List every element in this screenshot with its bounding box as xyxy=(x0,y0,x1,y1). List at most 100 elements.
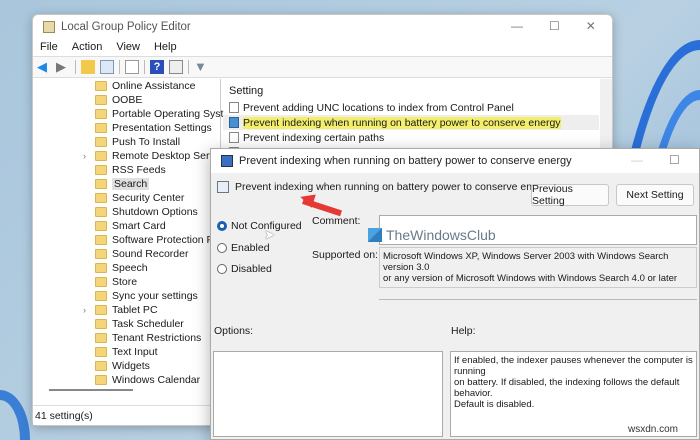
tree-item[interactable]: OOBE xyxy=(33,93,220,107)
radio-label: Disabled xyxy=(231,263,272,275)
setting-row[interactable]: Prevent adding UNC locations to index fr… xyxy=(223,100,599,115)
back-icon[interactable]: ◀ xyxy=(37,60,51,74)
policy-setting-icon xyxy=(229,117,239,128)
tree-item[interactable]: Store xyxy=(33,275,220,289)
wallpaper-wave xyxy=(0,390,30,440)
category-tree: Online Assistance OOBE Portable Operating … xyxy=(33,79,228,387)
tree-item[interactable]: Online Assistance xyxy=(33,79,220,93)
radio-disabled[interactable]: Disabled xyxy=(217,263,272,275)
column-header-setting[interactable]: Setting xyxy=(223,79,599,100)
policy-icon xyxy=(221,155,233,167)
tree-item-label: Software Protection Pla xyxy=(112,234,222,246)
folder-icon xyxy=(95,221,107,231)
tree-item[interactable]: › Tablet PC xyxy=(33,303,220,317)
dialog-minimize-button[interactable]: — xyxy=(631,153,643,167)
chevron-right-icon[interactable]: › xyxy=(83,305,86,315)
export-list-icon[interactable] xyxy=(125,60,139,74)
folder-icon xyxy=(95,305,107,315)
policy-setting-icon xyxy=(229,132,239,143)
dialog-title-bar: Prevent indexing when running on battery… xyxy=(211,149,699,173)
menu-help[interactable]: Help xyxy=(154,41,177,53)
help-line: on battery. If disabled, the indexing fo… xyxy=(454,377,680,399)
tree-item[interactable]: Widgets xyxy=(33,359,220,373)
toolbar-separator xyxy=(188,60,189,74)
tree-item[interactable]: Push To Install xyxy=(33,135,220,149)
maximize-button[interactable]: ☐ xyxy=(549,19,560,33)
menu-file[interactable]: File xyxy=(40,41,58,53)
tree-item-label: Store xyxy=(112,276,138,288)
folder-icon xyxy=(95,193,107,203)
setting-row[interactable]: Prevent indexing certain paths xyxy=(223,130,599,145)
divider xyxy=(379,299,697,300)
tree-item[interactable]: Security Center xyxy=(33,191,220,205)
filter-icon[interactable]: ▼ xyxy=(194,60,208,74)
radio-not-configured[interactable]: Not Configured xyxy=(217,220,302,232)
tree-item[interactable]: Speech xyxy=(33,261,220,275)
tree-item[interactable]: Sound Recorder xyxy=(33,247,220,261)
close-button[interactable]: ✕ xyxy=(586,19,596,33)
radio-circle[interactable] xyxy=(217,221,227,231)
folder-icon xyxy=(95,235,107,245)
watermark-text: TheWindowsClub xyxy=(386,227,496,243)
setting-row[interactable]: Prevent indexing when running on battery… xyxy=(223,115,599,130)
tree-item[interactable]: Sync your settings xyxy=(33,289,220,303)
options-panel xyxy=(213,351,443,437)
menu-bar: File Action View Help xyxy=(33,38,612,56)
help-icon[interactable]: ? xyxy=(150,60,164,74)
tree-item[interactable]: RSS Feeds xyxy=(33,163,220,177)
help-line: Default is disabled. xyxy=(454,399,535,410)
tree-item[interactable]: Search xyxy=(33,177,220,191)
next-setting-button[interactable]: Next Setting xyxy=(616,184,694,206)
tree-item[interactable]: Portable Operating Syst xyxy=(33,107,223,121)
forward-icon[interactable]: ▶ xyxy=(56,60,70,74)
radio-circle[interactable] xyxy=(217,243,227,253)
tree-item-label: Push To Install xyxy=(112,136,181,148)
show-hide-tree-icon[interactable] xyxy=(100,60,114,74)
folder-icon xyxy=(95,347,107,357)
tree-item[interactable]: Shutdown Options xyxy=(33,205,220,219)
tree-item[interactable]: › Remote Desktop Service xyxy=(33,149,228,163)
menu-view[interactable]: View xyxy=(116,41,140,53)
tree-item-label: Windows Calendar xyxy=(112,374,201,386)
tree-item[interactable]: Text Input xyxy=(33,345,220,359)
folder-icon xyxy=(95,375,107,385)
previous-setting-button[interactable]: Previous Setting xyxy=(531,183,609,207)
tree-item[interactable]: Smart Card xyxy=(33,219,220,233)
tree-item-label: Tenant Restrictions xyxy=(112,332,202,344)
supported-on-label: Supported on: xyxy=(312,249,378,261)
radio-circle[interactable] xyxy=(217,264,227,274)
tree-item-label: Online Assistance xyxy=(112,80,196,92)
watermark-logo-icon xyxy=(368,228,382,242)
tree-item[interactable]: Presentation Settings xyxy=(33,121,220,135)
tree-item[interactable]: Tenant Restrictions xyxy=(33,331,220,345)
up-folder-icon[interactable] xyxy=(81,60,95,74)
help-line: If enabled, the indexer pauses whenever … xyxy=(454,355,693,377)
horizontal-scrollbar[interactable] xyxy=(49,389,133,391)
tree-item[interactable]: Windows Calendar xyxy=(33,373,220,387)
app-icon xyxy=(43,20,55,33)
tree-item[interactable]: Task Scheduler xyxy=(33,317,220,331)
toolbar-separator xyxy=(119,60,120,74)
minimize-button[interactable]: — xyxy=(511,19,523,33)
tree-item-label: Task Scheduler xyxy=(112,318,184,330)
properties-icon[interactable] xyxy=(169,60,183,74)
folder-icon xyxy=(95,207,107,217)
window-title: Local Group Policy Editor xyxy=(61,20,191,33)
setting-label: Prevent indexing when running on battery… xyxy=(243,116,561,129)
help-label: Help: xyxy=(451,325,476,337)
tree-item-label: Tablet PC xyxy=(112,304,158,316)
tree-item-label: Sound Recorder xyxy=(112,248,189,260)
site-watermark: wsxdn.com xyxy=(628,424,679,435)
supported-on-field: Microsoft Windows XP, Windows Server 200… xyxy=(379,247,697,288)
comment-label: Comment: xyxy=(312,215,361,227)
chevron-right-icon[interactable]: › xyxy=(83,151,86,161)
supported-line: Microsoft Windows XP, Windows Server 200… xyxy=(383,251,669,273)
tree-item-label: Security Center xyxy=(112,192,185,204)
dialog-maximize-button[interactable]: ☐ xyxy=(669,153,680,167)
menu-action[interactable]: Action xyxy=(72,41,103,53)
tree-item[interactable]: Software Protection Pla xyxy=(33,233,222,247)
tree-item-label: RSS Feeds xyxy=(112,164,166,176)
radio-enabled[interactable]: Enabled xyxy=(217,242,270,254)
folder-icon xyxy=(95,123,107,133)
folder-icon xyxy=(95,137,107,147)
